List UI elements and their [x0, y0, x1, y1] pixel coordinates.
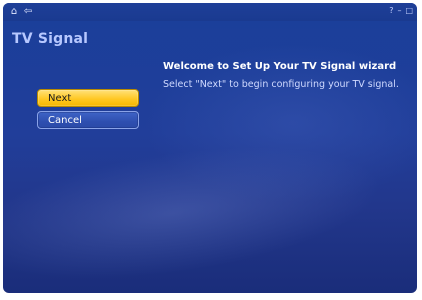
screen: ⌂ ⇦ ? – □ TV Signal Next Cancel Welcome …	[0, 0, 422, 300]
media-center-window: ⌂ ⇦ ? – □ TV Signal Next Cancel Welcome …	[3, 3, 417, 293]
wizard-instructions: Select "Next" to begin configuring your …	[163, 79, 399, 90]
window-controls: ? – □	[389, 6, 413, 16]
wizard-heading: Welcome to Set Up Your TV Signal wizard	[163, 61, 397, 72]
home-icon[interactable]: ⌂	[7, 6, 21, 17]
next-button[interactable]: Next	[37, 89, 139, 107]
restore-icon[interactable]: □	[405, 6, 413, 16]
help-icon[interactable]: ?	[389, 6, 393, 16]
back-arrow-icon[interactable]: ⇦	[21, 6, 35, 17]
page-title: TV Signal	[12, 31, 89, 47]
minimize-icon[interactable]: –	[397, 6, 401, 16]
cancel-button[interactable]: Cancel	[37, 111, 139, 129]
top-bar: ⌂ ⇦ ? – □	[3, 3, 417, 21]
